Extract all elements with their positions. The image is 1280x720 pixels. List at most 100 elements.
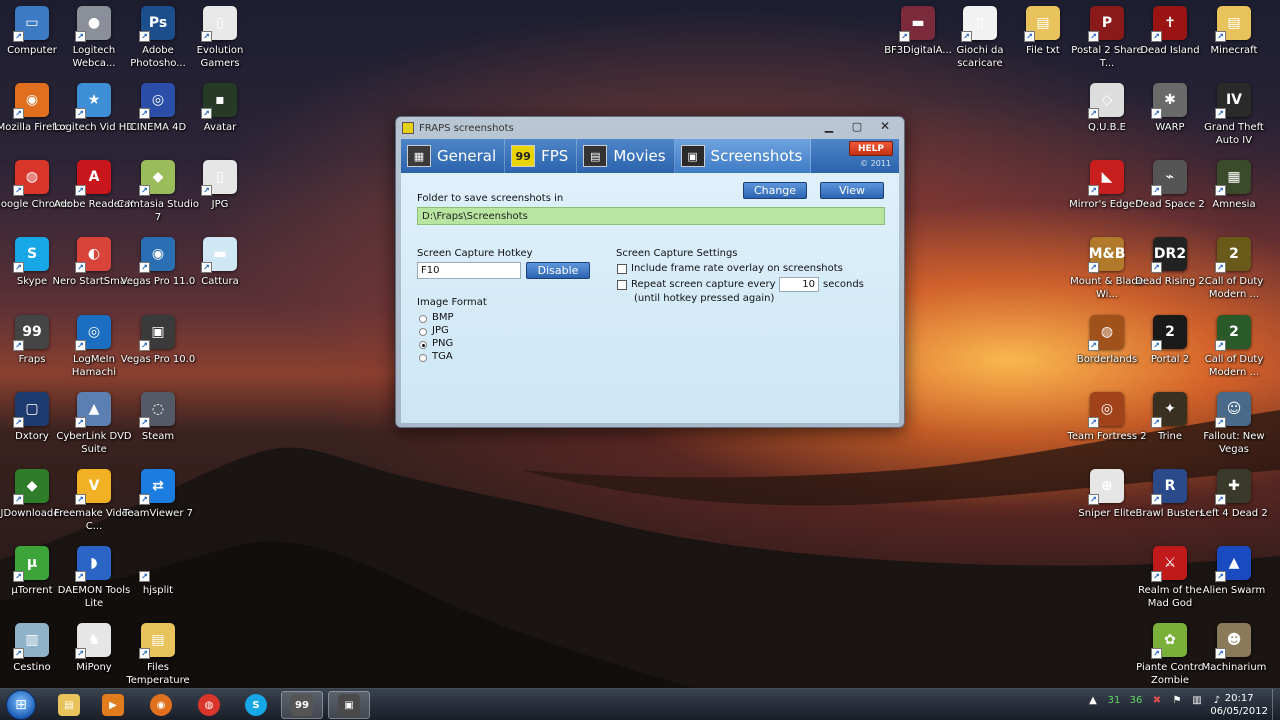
until-hotkey-label: (until hotkey pressed again) <box>634 293 775 304</box>
file-txt-icon: ▤ ↗ <box>1024 6 1060 42</box>
call-of-duty-modern-icon: 2 ↗ <box>1215 237 1251 273</box>
shortcut-arrow-icon: ↗ <box>75 31 86 42</box>
icon-glyph: ◆ <box>26 478 38 494</box>
desktop-icon-vegas-pro-10-0[interactable]: ▣ ↗ Vegas Pro 10.0 <box>121 315 195 391</box>
close-icon[interactable]: ✕ <box>872 118 898 134</box>
q-u-b-e-icon: ◇ ↗ <box>1088 83 1124 119</box>
machinarium-icon: ☻ ↗ <box>1215 623 1251 659</box>
shortcut-arrow-icon: ↗ <box>1088 185 1099 196</box>
disable-button[interactable]: Disable <box>526 262 590 279</box>
format-radio-png[interactable] <box>419 341 427 349</box>
minimize-icon[interactable]: ▁ <box>816 118 842 134</box>
icon-glyph: ▦ <box>1227 169 1241 185</box>
folder-path-field[interactable]: D:\Fraps\Screenshots <box>417 207 885 225</box>
desktop-icon-cattura[interactable]: ▬ ↗ Cattura <box>188 237 252 313</box>
icon-glyph: ◉ <box>25 92 39 108</box>
desktop-icon-steam[interactable]: ◌ ↗ Steam <box>126 392 190 468</box>
desktop-icon-alien-swarm[interactable]: ▲ ↗ Alien Swarm <box>1202 546 1266 622</box>
icon-glyph: ◍ <box>1100 324 1114 340</box>
network-icon[interactable]: ▥ <box>1190 693 1204 707</box>
format-radio-jpg[interactable] <box>419 328 427 336</box>
tab-movies[interactable]: ▤ Movies <box>577 139 675 173</box>
repeat-checkbox[interactable] <box>617 280 627 290</box>
desktop-icon-teamviewer-7[interactable]: ⇄ ↗ TeamViewer 7 <box>123 469 193 545</box>
tab-bar: ▦ General 99 FPS ▤ Movies ▣ Screenshots … <box>401 139 899 173</box>
taskbar-app[interactable]: ▣ <box>328 691 370 719</box>
tray-fraps-fps-icon[interactable]: 31 <box>1106 693 1122 707</box>
desktop-icon-fallout-new-vegas[interactable]: ☺ ↗ Fallout: New Vegas <box>1202 392 1266 468</box>
icon-glyph: ▯ <box>216 169 224 185</box>
tray-flag-icon[interactable]: ⚑ <box>1170 693 1184 707</box>
taskbar-explorer[interactable]: ▤ <box>48 691 90 719</box>
tab-general[interactable]: ▦ General <box>401 139 506 173</box>
desktop-icon-evolution-gamers[interactable]: ▯ ↗ Evolution Gamers <box>188 6 252 82</box>
torrent-icon: µ ↗ <box>13 546 49 582</box>
view-button[interactable]: View <box>820 182 884 199</box>
repeat-seconds-input[interactable]: 10 <box>779 277 819 292</box>
format-radio-tga[interactable] <box>419 354 427 362</box>
start-button[interactable]: ⊞ <box>6 690 36 720</box>
desktop-icon-call-of-duty-modern[interactable]: 2 ↗ Call of Duty Modern ... <box>1202 315 1266 391</box>
icon-glyph: IV <box>1225 92 1243 108</box>
tab-screenshots[interactable]: ▣ Screenshots <box>674 139 812 173</box>
window-titlebar[interactable]: FRAPS screenshots ▁ ▢ ✕ <box>396 117 904 139</box>
jdownloader-icon: ◆ ↗ <box>13 469 49 505</box>
clock-time: 20:17 <box>1224 693 1254 704</box>
icon-glyph: ⊕ <box>1101 478 1113 494</box>
format-radio-bmp[interactable] <box>419 315 427 323</box>
help-button[interactable]: HELP <box>849 141 893 156</box>
shortcut-arrow-icon: ↗ <box>139 494 150 505</box>
change-button[interactable]: Change <box>743 182 807 199</box>
trine-icon: ✦ ↗ <box>1151 392 1187 428</box>
shortcut-arrow-icon: ↗ <box>1151 417 1162 428</box>
firefox-icon: ◉ <box>150 694 172 716</box>
icon-glyph: DR2 <box>1153 246 1187 262</box>
desktop-icon-call-of-duty-modern[interactable]: 2 ↗ Call of Duty Modern ... <box>1202 237 1266 313</box>
tray-app-icon[interactable]: ✖ <box>1150 693 1164 707</box>
desktop-icon-left-4-dead-2[interactable]: ✚ ↗ Left 4 Dead 2 <box>1200 469 1268 545</box>
window-controls: ▁ ▢ ✕ <box>816 118 898 134</box>
hotkey-input[interactable]: F10 <box>417 262 521 279</box>
maximize-icon[interactable]: ▢ <box>844 118 870 134</box>
icon-glyph: R <box>1164 478 1176 494</box>
show-desktop-button[interactable] <box>1272 689 1280 720</box>
windows-logo-icon: ⊞ <box>15 697 27 713</box>
vegas-pro-11-0-icon: ◉ ↗ <box>139 237 175 273</box>
shortcut-arrow-icon: ↗ <box>1215 262 1226 273</box>
shortcut-arrow-icon: ↗ <box>1151 262 1162 273</box>
overlay-checkbox[interactable] <box>617 264 627 274</box>
shortcut-arrow-icon: ↗ <box>13 108 24 119</box>
desktop-icon-amnesia[interactable]: ▦ ↗ Amnesia <box>1202 160 1266 236</box>
desktop-icon-jpg[interactable]: ▯ ↗ JPG <box>188 160 252 236</box>
tray-expand-icon[interactable]: ▲ <box>1086 693 1100 707</box>
tab-fps[interactable]: 99 FPS <box>505 139 578 173</box>
cestino-icon: ▥ ↗ <box>13 623 49 659</box>
hjsplit-icon: ↗ <box>139 546 175 582</box>
logmein-hamachi-icon: ◎ ↗ <box>75 315 111 351</box>
warp-icon: ✱ ↗ <box>1151 83 1187 119</box>
shortcut-arrow-icon: ↗ <box>13 648 24 659</box>
shortcut-arrow-icon: ↗ <box>201 185 212 196</box>
shortcut-arrow-icon: ↗ <box>13 417 24 428</box>
tray-temp-icon[interactable]: 36 <box>1128 693 1144 707</box>
mozilla-firefox-icon: ◉ ↗ <box>13 83 49 119</box>
taskbar-firefox[interactable]: ◉ <box>140 691 182 719</box>
taskbar-skype[interactable]: S <box>235 691 277 719</box>
shortcut-arrow-icon: ↗ <box>1088 494 1099 505</box>
desktop-icon-avatar[interactable]: ▪ ↗ Avatar <box>188 83 252 159</box>
taskbar-fraps[interactable]: 99 <box>281 691 323 719</box>
icon-glyph: ☻ <box>1226 632 1242 648</box>
desktop-icon-grand-theft-auto-iv[interactable]: IV ↗ Grand Theft Auto IV <box>1202 83 1266 159</box>
fraps-window[interactable]: FRAPS screenshots ▁ ▢ ✕ ▦ General 99 FPS… <box>395 116 905 428</box>
icon-glyph: ▯ <box>976 15 984 31</box>
shortcut-arrow-icon: ↗ <box>201 108 212 119</box>
icon-glyph: ◍ <box>25 169 39 185</box>
desktop-icon-hjsplit[interactable]: ↗ hjsplit <box>126 546 190 622</box>
call-of-duty-modern-icon: 2 ↗ <box>1215 315 1251 351</box>
icon-glyph: ▬ <box>911 15 925 31</box>
taskbar-media-player[interactable]: ▶ <box>92 691 134 719</box>
taskbar-chrome[interactable]: ◍ <box>188 691 230 719</box>
desktop-icon-minecraft[interactable]: ▤ ↗ Minecraft <box>1202 6 1266 82</box>
shortcut-arrow-icon: ↗ <box>1215 340 1226 351</box>
tray-clock[interactable]: 20:17 06/05/2012 <box>1210 692 1268 718</box>
